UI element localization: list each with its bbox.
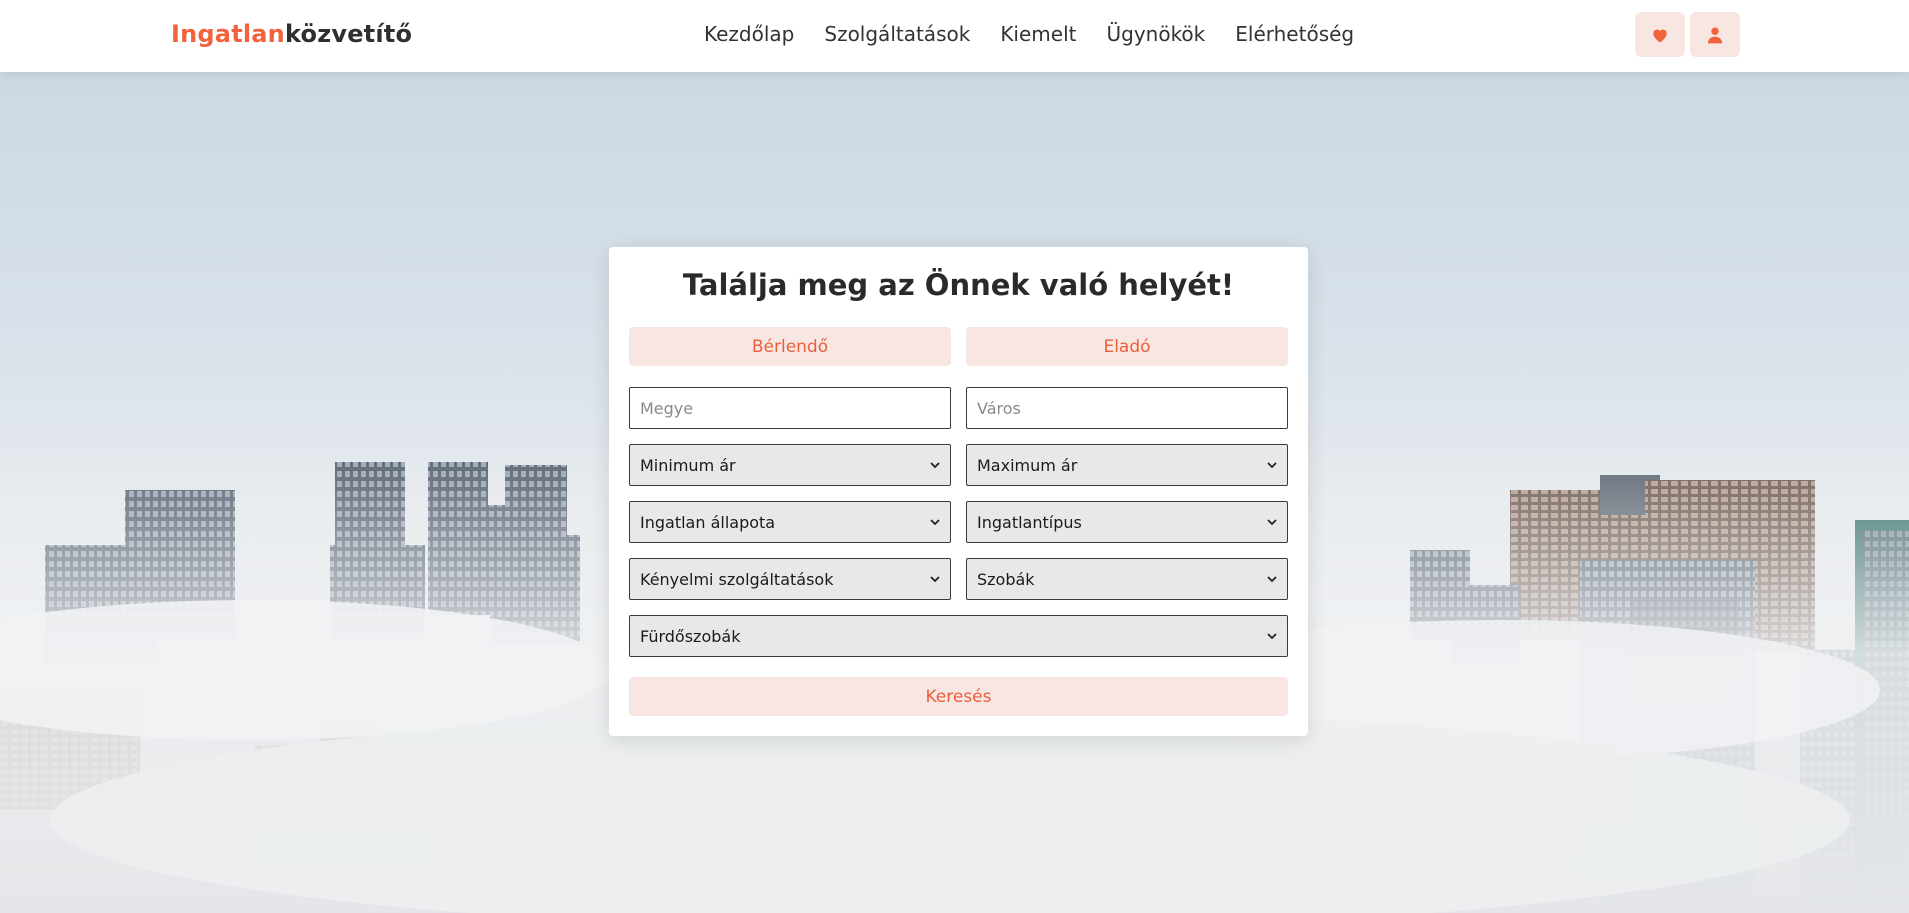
min-price-select[interactable]: Minimum ár [629,444,951,486]
bathrooms-label: Fürdőszobák [640,626,741,646]
main-nav: Kezdőlap Szolgáltatások Kiemelt Ügynökök… [704,22,1354,46]
max-price-select[interactable]: Maximum ár [966,444,1288,486]
property-type-label: Ingatlantípus [977,512,1082,532]
brand-name-secondary: közvetítő [284,20,413,48]
chevron-down-icon [930,576,940,583]
chevron-down-icon [1267,633,1277,640]
user-icon [1707,27,1723,43]
account-button[interactable] [1690,12,1740,57]
rooms-label: Szobák [977,569,1035,589]
amenities-select[interactable]: Kényelmi szolgáltatások [629,558,951,600]
top-navbar: Ingatlanközvetítő Kezdőlap Szolgáltatáso… [0,0,1909,72]
nav-link-agents[interactable]: Ügynökök [1106,22,1205,46]
chevron-down-icon [930,519,940,526]
heart-icon [1653,28,1667,42]
county-input[interactable]: Megye [629,387,951,429]
min-price-label: Minimum ár [640,455,736,475]
property-type-select[interactable]: Ingatlantípus [966,501,1288,543]
property-search-card: Találja meg az Önnek való helyét! Bérlen… [609,247,1308,736]
tab-sale[interactable]: Eladó [966,327,1288,366]
chevron-down-icon [930,462,940,469]
max-price-label: Maximum ár [977,455,1078,475]
city-input[interactable]: Város [966,387,1288,429]
nav-link-home[interactable]: Kezdőlap [704,22,794,46]
brand-name-primary: Ingatlan [171,20,285,48]
chevron-down-icon [1267,519,1277,526]
rooms-select[interactable]: Szobák [966,558,1288,600]
nav-link-contact[interactable]: Elérhetőség [1235,22,1354,46]
search-title: Találja meg az Önnek való helyét! [682,268,1235,302]
condition-label: Ingatlan állapota [640,512,776,532]
nav-link-featured[interactable]: Kiemelt [1000,22,1076,46]
condition-select[interactable]: Ingatlan állapota [629,501,951,543]
chevron-down-icon [1267,576,1277,583]
brand-logo[interactable]: Ingatlanközvetítő [171,20,412,48]
chevron-down-icon [1267,462,1277,469]
search-button[interactable]: Keresés [629,677,1288,716]
bathrooms-select[interactable]: Fürdőszobák [629,615,1288,657]
tab-rent[interactable]: Bérlendő [629,327,951,366]
favorites-button[interactable] [1635,12,1685,57]
nav-link-services[interactable]: Szolgáltatások [824,22,970,46]
amenities-label: Kényelmi szolgáltatások [640,569,834,589]
